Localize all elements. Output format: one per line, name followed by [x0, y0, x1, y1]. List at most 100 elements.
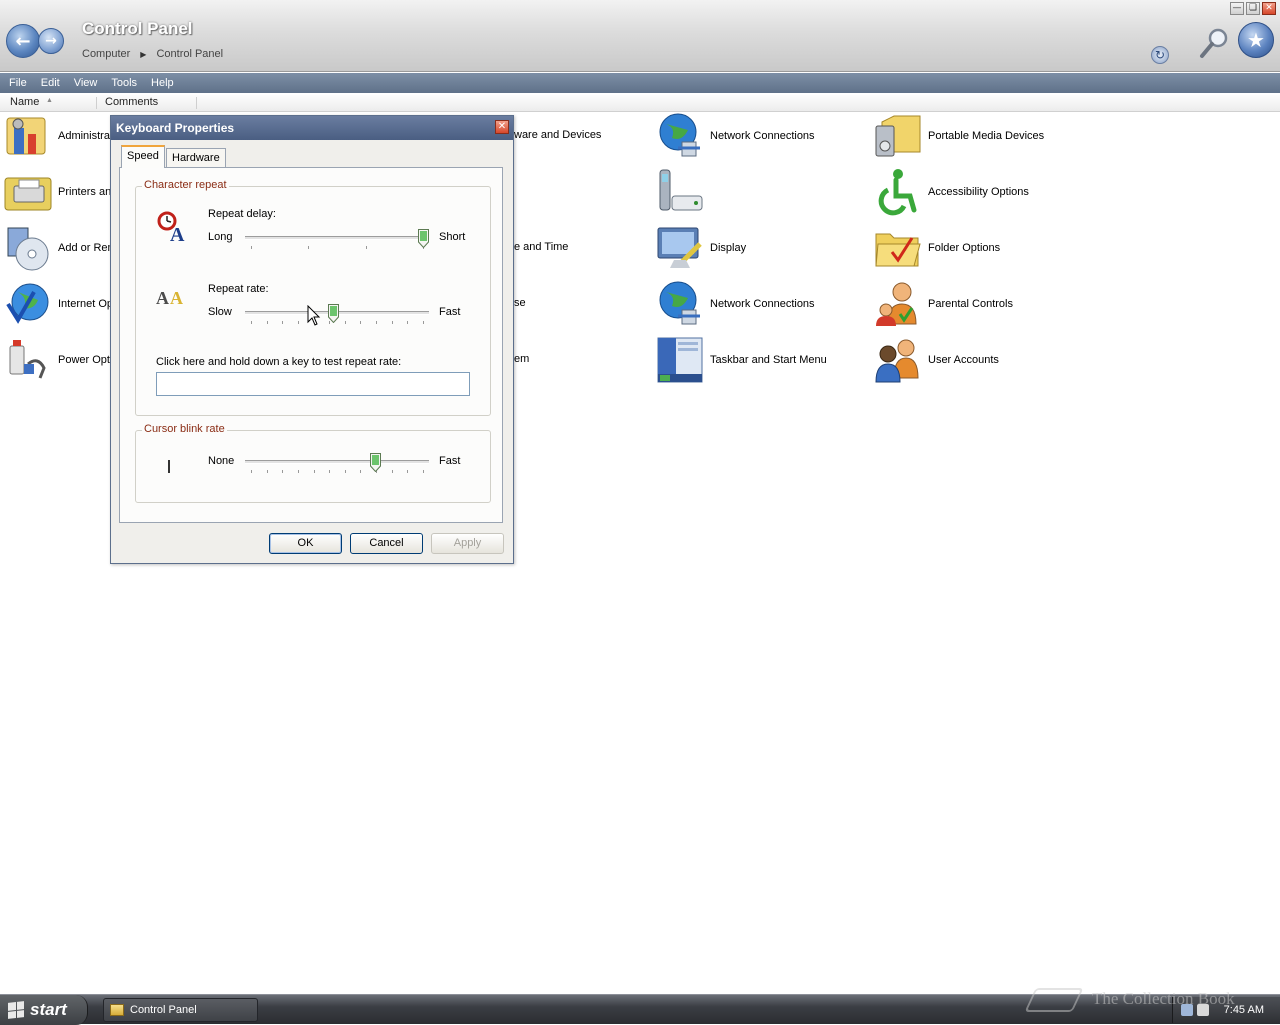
dialog-title-bar[interactable]: Keyboard Properties ✕ — [111, 116, 513, 140]
group-title: Character repeat — [142, 179, 229, 191]
item-user-accounts[interactable]: User Accounts — [874, 335, 999, 385]
slider-tick — [407, 470, 408, 473]
user-accounts-icon — [875, 339, 919, 383]
system-tray: 7:45 AM — [1172, 997, 1280, 1023]
menu-file[interactable]: File — [2, 77, 34, 89]
item-system[interactable]: em — [514, 353, 529, 365]
slider-tick — [267, 470, 268, 473]
favorites-star-icon[interactable]: ★ — [1238, 22, 1274, 58]
rate-slow-label: Slow — [208, 306, 232, 318]
start-label: start — [30, 1000, 67, 1019]
breadcrumb-computer[interactable]: Computer — [82, 48, 130, 60]
taskbar-button-control-panel[interactable]: Control Panel — [103, 998, 258, 1022]
repeat-delay-slider[interactable] — [245, 229, 429, 253]
item-label: Network Connections — [710, 298, 815, 310]
item-folder-options[interactable]: Folder Options — [874, 223, 1000, 273]
column-comments[interactable]: Comments — [105, 96, 158, 108]
cursor-blink-slider[interactable] — [245, 453, 429, 477]
accessibility-wheelchair-icon — [878, 169, 917, 216]
item-label: Printers an — [58, 186, 112, 198]
repeat-rate-slider[interactable] — [245, 304, 429, 328]
slider-thumb[interactable] — [328, 304, 339, 323]
printer-icon — [4, 177, 52, 211]
apply-button[interactable]: Apply — [431, 533, 504, 554]
rate-fast-label: Fast — [439, 306, 461, 318]
search-icon[interactable] — [1198, 26, 1230, 60]
speed-tab-panel: Character repeat A Repeat delay: Long Sh… — [119, 167, 503, 523]
windows-flag-icon — [8, 1001, 24, 1019]
arrow-right-icon: → — [45, 33, 57, 49]
menu-edit[interactable]: Edit — [34, 77, 67, 89]
forward-button[interactable]: → — [38, 28, 64, 54]
minimize-button[interactable]: — — [1230, 2, 1244, 15]
network-connections-icon — [659, 281, 700, 325]
close-button[interactable]: ✕ — [1262, 2, 1276, 15]
svg-text:A: A — [170, 288, 183, 308]
menu-view[interactable]: View — [67, 77, 105, 89]
slider-thumb[interactable] — [418, 229, 429, 248]
item-mouse[interactable]: se — [514, 297, 526, 309]
menu-bar: File Edit View Tools Help — [0, 73, 1280, 93]
slider-tick — [314, 470, 315, 473]
slider-tick — [267, 321, 268, 324]
item-phone-and-modem[interactable] — [656, 167, 710, 217]
slider-tick — [298, 321, 299, 324]
back-button[interactable]: ← — [6, 24, 40, 58]
restore-button[interactable]: ❏ — [1246, 2, 1260, 15]
blink-fast-label: Fast — [439, 455, 461, 467]
item-internet-options[interactable]: Internet Op — [4, 279, 113, 329]
cancel-button[interactable]: Cancel — [350, 533, 423, 554]
tab-hardware[interactable]: Hardware — [166, 148, 226, 168]
slider-tick — [251, 246, 252, 249]
slider-tick — [423, 321, 424, 324]
slider-tick — [366, 246, 367, 249]
tab-speed[interactable]: Speed — [121, 145, 165, 168]
column-divider[interactable] — [96, 97, 97, 109]
item-label: Administrat — [58, 130, 114, 142]
item-administrative-tools[interactable]: Administrat — [4, 111, 113, 161]
item-hardware-and-devices[interactable]: ware and Devices — [514, 129, 601, 141]
slider-tick — [308, 246, 309, 249]
item-date-and-time[interactable]: e and Time — [514, 241, 568, 253]
item-taskbar-and-start-menu[interactable]: Taskbar and Start Menu — [656, 335, 827, 385]
page-title: Control Panel — [82, 19, 193, 38]
slider-thumb[interactable] — [370, 453, 381, 472]
clock[interactable]: 7:45 AM — [1224, 1004, 1264, 1016]
display-icon — [657, 227, 702, 268]
item-accessibility-options[interactable]: Accessibility Options — [874, 167, 1029, 217]
dialog-close-button[interactable]: ✕ — [495, 120, 509, 134]
item-printers[interactable]: Printers an — [4, 167, 111, 217]
cursor-blink-preview — [168, 460, 170, 473]
refresh-icon[interactable]: ↻ — [1151, 46, 1169, 64]
slider-tick — [282, 321, 283, 324]
menu-tools[interactable]: Tools — [104, 77, 144, 89]
control-panel-icon — [110, 1004, 124, 1016]
item-parental-controls[interactable]: Parental Controls — [874, 279, 1013, 329]
item-network-connections-2[interactable]: Network Connections — [656, 279, 815, 329]
slider-tick — [376, 321, 377, 324]
slider-tick — [392, 470, 393, 473]
test-repeat-input[interactable] — [156, 372, 470, 396]
item-network-connections[interactable]: Network Connections — [656, 111, 815, 161]
start-button[interactable]: start — [0, 995, 88, 1025]
menu-help[interactable]: Help — [144, 77, 181, 89]
taskbar: start Control Panel 7:45 AM — [0, 994, 1280, 1025]
item-label: Portable Media Devices — [928, 130, 1045, 142]
column-divider[interactable] — [196, 97, 197, 109]
delay-long-label: Long — [208, 231, 233, 243]
taskbar-button-label: Control Panel — [130, 1004, 197, 1016]
breadcrumb: Computer ▶ Control Panel — [82, 48, 223, 60]
ok-button[interactable]: OK — [269, 533, 342, 554]
item-display[interactable]: Display — [656, 223, 746, 273]
tray-network-icon[interactable] — [1181, 1004, 1193, 1016]
item-portable-media-devices[interactable]: Portable Media Devices — [874, 111, 1044, 161]
breadcrumb-control-panel[interactable]: Control Panel — [156, 48, 223, 60]
slider-track[interactable] — [245, 460, 429, 464]
item-power-options[interactable]: Power Opti — [4, 335, 112, 385]
tray-safely-remove-icon[interactable] — [1197, 1004, 1209, 1016]
svg-text:A: A — [156, 288, 169, 308]
slider-track[interactable] — [245, 236, 429, 240]
column-name[interactable]: Name — [10, 96, 39, 108]
item-add-remove-programs[interactable]: Add or Rem — [4, 223, 117, 273]
item-label: Display — [710, 242, 747, 254]
